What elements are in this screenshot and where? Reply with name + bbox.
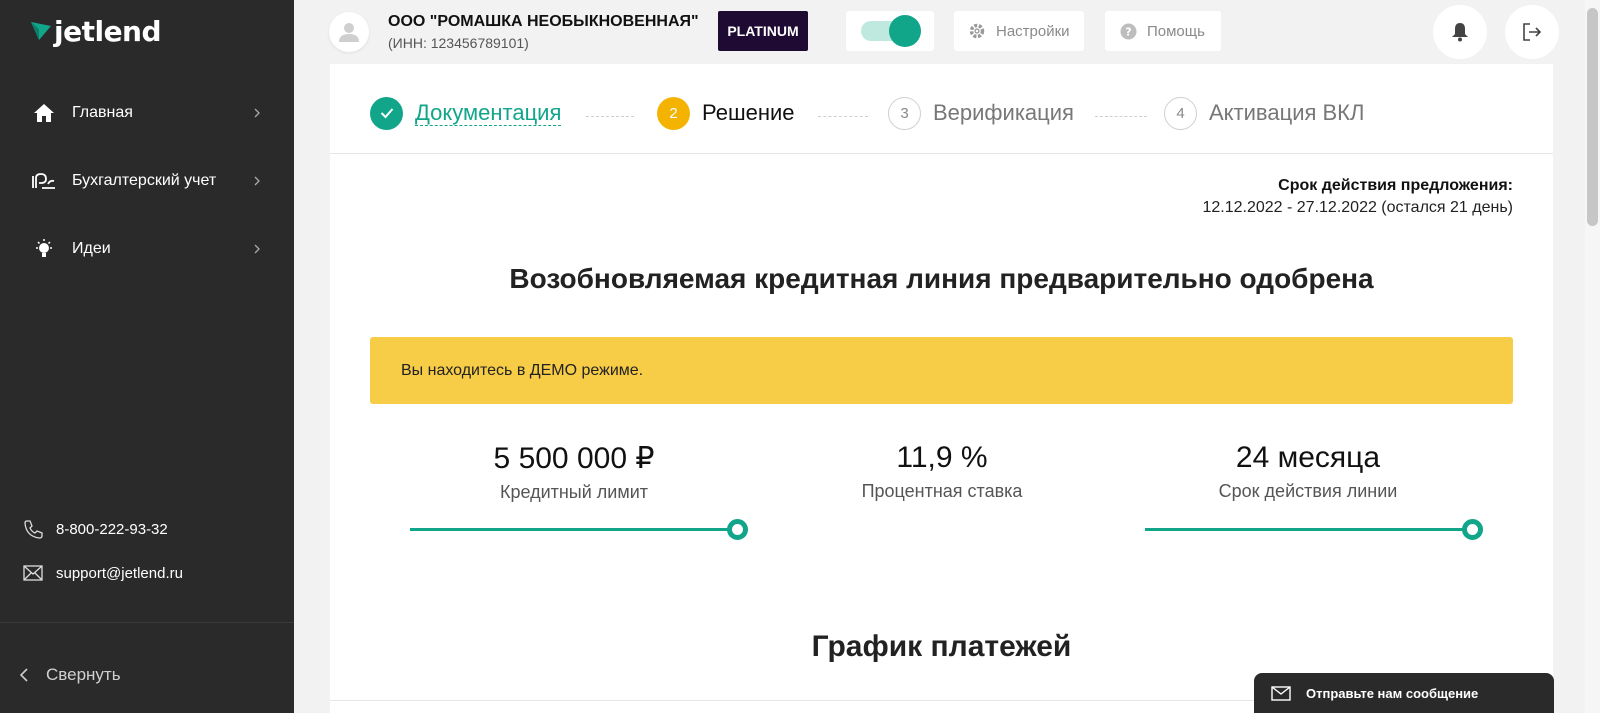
home-icon <box>32 101 56 125</box>
status-badge: PLATINUM <box>718 11 808 51</box>
sidebar-item-ideas[interactable]: Идеи <box>0 229 294 269</box>
step-complete-indicator <box>370 96 403 130</box>
page-title: Возобновляемая кредитная линия предварит… <box>509 263 1374 294</box>
company-inn: (ИНН: 123456789101) <box>388 35 529 51</box>
demo-notice: Вы находитесь в ДЕМО режиме. <box>370 337 1513 404</box>
phone-icon <box>22 518 44 540</box>
metric-interest-rate: 11,9 % Процентная ставка <box>772 441 1112 502</box>
offer-validity-title: Срок действия предложения: <box>1278 177 1513 194</box>
svg-text:?: ? <box>1125 25 1131 38</box>
collapse-sidebar-button[interactable]: Свернуть <box>18 665 121 685</box>
chevron-left-icon <box>19 668 28 682</box>
offer-validity-dates: 12.12.2022 - 27.12.2022 (остался 21 день… <box>1202 199 1513 216</box>
logo-text: jetlend <box>54 14 162 48</box>
step-label: Решение <box>702 100 795 125</box>
notifications-button[interactable] <box>1433 5 1487 59</box>
sidebar-item-label: Идеи <box>72 240 111 257</box>
sidebar-item-home[interactable]: Главная <box>0 93 294 133</box>
progress-steps: Документация 2 Решение 3 Верификация 4 А… <box>330 64 1553 154</box>
step-verification[interactable]: 3 Верификация <box>888 96 1074 130</box>
support-email[interactable]: support@jetlend.ru <box>22 561 183 585</box>
logout-icon <box>1523 23 1542 41</box>
metric-label: Кредитный лимит <box>499 482 649 502</box>
help-button[interactable]: ? Помощь <box>1105 11 1221 51</box>
metric-label: Срок действия линии <box>1218 481 1398 501</box>
checkmark-icon <box>380 108 393 119</box>
line-term-slider[interactable] <box>1145 519 1483 540</box>
metric-label: Процентная ставка <box>861 481 1023 501</box>
sidebar: jetlend Главная Бухгалтерский учет Идеи … <box>0 0 294 713</box>
chevron-right-icon <box>254 108 260 118</box>
mail-icon <box>1270 685 1292 701</box>
chevron-right-icon <box>254 176 260 186</box>
help-label: Помощь <box>1147 22 1205 40</box>
logo[interactable]: jetlend <box>30 14 162 48</box>
scrollbar-thumb[interactable] <box>1587 8 1598 226</box>
help-icon: ? <box>1119 22 1137 40</box>
step-number: 4 <box>1164 96 1197 130</box>
sidebar-item-label: Бухгалтерский учет <box>72 172 217 189</box>
company-name: ООО "РОМАШКА НЕОБЫКНОВЕННАЯ" <box>388 13 699 30</box>
step-number: 3 <box>888 96 921 130</box>
demo-notice-text: Вы находитесь в ДЕМО режиме. <box>401 361 644 379</box>
logout-button[interactable] <box>1505 5 1559 59</box>
sidebar-divider <box>0 622 294 623</box>
logo-icon <box>31 22 51 40</box>
sidebar-item-label: Главная <box>72 104 133 121</box>
step-label: Активация ВКЛ <box>1209 100 1365 125</box>
chat-widget-button[interactable]: Отправьте нам сообщение <box>1254 673 1554 713</box>
email-address: support@jetlend.ru <box>56 564 183 582</box>
gear-icon <box>968 22 986 40</box>
toggle-knob <box>889 15 921 47</box>
phone-number: 8-800-222-93-32 <box>56 520 168 538</box>
mode-toggle[interactable] <box>846 11 934 51</box>
main-card: Документация 2 Решение 3 Верификация 4 А… <box>330 64 1553 713</box>
toggle-track <box>861 15 921 47</box>
lightbulb-icon <box>32 237 56 261</box>
support-phone[interactable]: 8-800-222-93-32 <box>22 517 168 541</box>
schedule-heading: График платежей <box>811 630 1072 663</box>
chevron-right-icon <box>254 244 260 254</box>
step-decision[interactable]: 2 Решение <box>657 96 795 130</box>
step-documentation[interactable]: Документация <box>370 96 562 130</box>
slider-thumb[interactable] <box>727 519 748 540</box>
step-separator <box>586 116 634 117</box>
accounting-icon <box>32 169 56 193</box>
step-separator <box>818 116 868 117</box>
chat-widget-label: Отправьте нам сообщение <box>1306 685 1479 701</box>
mail-icon <box>22 562 44 584</box>
metric-value: 11,9 % <box>896 441 988 474</box>
step-activation[interactable]: 4 Активация ВКЛ <box>1164 96 1364 130</box>
bell-icon <box>1452 23 1468 42</box>
step-separator <box>1095 116 1147 117</box>
metric-credit-limit: 5 500 000 ₽ Кредитный лимит <box>404 441 744 503</box>
metric-value: 5 500 000 ₽ <box>493 442 655 475</box>
slider-thumb[interactable] <box>1462 519 1483 540</box>
sidebar-item-accounting[interactable]: Бухгалтерский учет <box>0 161 294 201</box>
collapse-label: Свернуть <box>46 665 121 684</box>
step-label: Верификация <box>933 100 1074 125</box>
settings-label: Настройки <box>996 22 1070 40</box>
step-label: Документация <box>415 99 562 126</box>
step-number: 2 <box>657 96 690 130</box>
user-icon <box>339 23 359 42</box>
avatar[interactable] <box>329 12 369 52</box>
metric-line-term: 24 месяца Срок действия линии <box>1138 441 1478 502</box>
credit-limit-slider[interactable] <box>410 519 748 540</box>
metric-value: 24 месяца <box>1235 441 1381 474</box>
settings-button[interactable]: Настройки <box>954 11 1084 51</box>
